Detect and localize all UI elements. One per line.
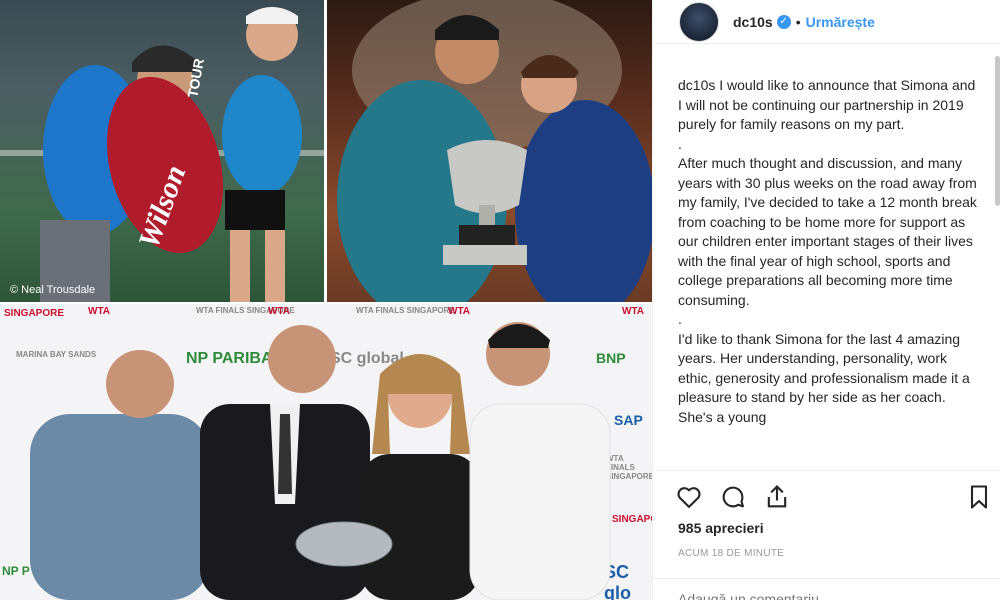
- post-timestamp[interactable]: ACUM 18 DE MINUTE: [678, 548, 784, 559]
- heart-icon[interactable]: [675, 483, 705, 513]
- username[interactable]: dc10s: [733, 14, 773, 30]
- caption-paragraph: After much thought and discussion, and m…: [678, 155, 977, 308]
- verified-badge-icon: ✓: [776, 14, 791, 29]
- comment-bar: [653, 578, 1000, 600]
- wta-finals-group-illustration: [30, 322, 611, 600]
- separator-dot: •: [795, 13, 801, 30]
- post-image-collage[interactable]: Wilson TOUR © Neal Trousdale SINGAPORE W…: [0, 0, 652, 600]
- caption-text: I would like to announce that Simona and…: [678, 77, 976, 132]
- trophy-photo-illustration: [337, 0, 652, 302]
- caption-paragraph: I'd like to thank Simona for the last 4 …: [678, 330, 970, 425]
- photo-trophy: [327, 0, 652, 302]
- caption-username[interactable]: dc10s: [678, 77, 715, 93]
- avatar[interactable]: [679, 1, 719, 42]
- bookmark-icon[interactable]: [965, 483, 995, 513]
- post-actions: [653, 470, 1000, 510]
- comment-input[interactable]: [678, 591, 978, 600]
- comment-icon[interactable]: [719, 483, 749, 513]
- photo-practice-court: Wilson TOUR © Neal Trousdale: [0, 0, 324, 302]
- photo-wta-finals: SINGAPORE WTA WTA FINALS SINGAPORE WTA W…: [0, 304, 652, 600]
- post-panel: dc10s ✓ • Urmărește dc10s I would like t…: [652, 0, 1000, 600]
- post-header: dc10s ✓ • Urmărește: [653, 0, 1000, 44]
- scrollbar-thumb[interactable]: [995, 56, 1000, 206]
- share-icon[interactable]: [763, 483, 793, 513]
- caption-paragraph: dc10s I would like to announce that Simo…: [678, 76, 978, 135]
- practice-court-illustration: [0, 7, 324, 302]
- likes-count[interactable]: 985 aprecieri: [678, 520, 764, 536]
- follow-button[interactable]: Urmărește: [806, 14, 875, 30]
- photo-credit: © Neal Trousdale: [10, 284, 96, 296]
- caption-scrollbar[interactable]: [994, 56, 1000, 466]
- caption-separator: .: [678, 135, 682, 152]
- caption-separator: .: [678, 311, 682, 327]
- post-caption: dc10s I would like to announce that Simo…: [678, 76, 978, 468]
